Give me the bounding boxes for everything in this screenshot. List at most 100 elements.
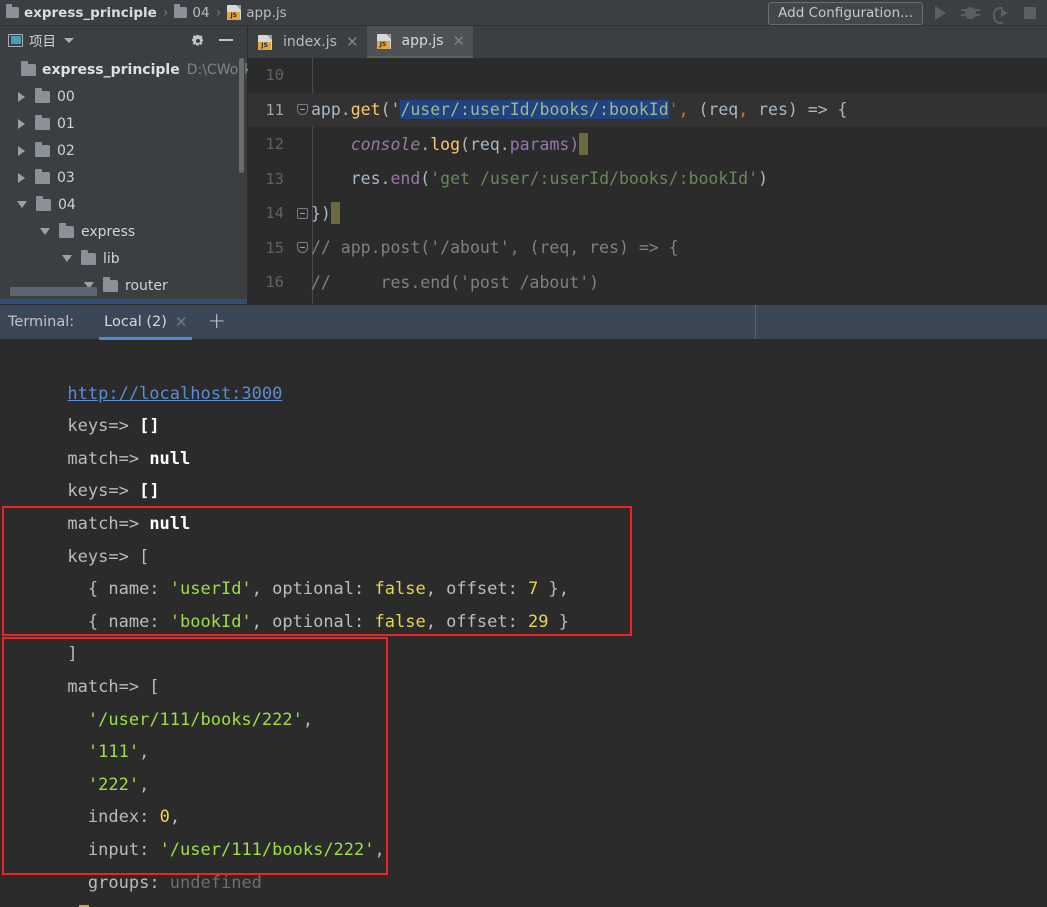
tree-row-lib[interactable]: lib	[0, 245, 247, 272]
chevron-down-icon[interactable]	[40, 228, 50, 235]
terminal-output[interactable]: http://localhost:3000 keys=> [] match=> …	[0, 341, 1047, 907]
terminal-key: match=>	[67, 513, 150, 534]
folder-icon	[59, 222, 74, 238]
chevron-down-icon[interactable]	[62, 255, 72, 262]
terminal-tail: ,	[139, 774, 150, 795]
add-configuration-button[interactable]: Add Configuration...	[768, 1, 923, 25]
editor-tab-app-js[interactable]: app.js ✕	[366, 26, 474, 58]
minimize-icon[interactable]	[219, 39, 233, 41]
editor-tab-label: index.js	[283, 34, 337, 50]
folder-icon	[35, 168, 50, 184]
localhost-link[interactable]: http://localhost:3000	[67, 384, 282, 404]
project-sidebar: 项目 express_principle D:\CWork 00 01 02 0…	[0, 26, 252, 326]
terminal-text: , offset:	[425, 611, 529, 632]
code-text: app.	[311, 100, 351, 120]
tree-row-04[interactable]: 04	[0, 191, 247, 218]
code-token-string: 'get /user/:userId/books/:bookId'	[430, 169, 759, 189]
close-icon[interactable]: ✕	[346, 33, 359, 51]
line-number: 16	[265, 273, 284, 292]
terminal-value: 0	[159, 807, 170, 828]
terminal-key: match=>	[67, 448, 150, 469]
terminal-tab-local[interactable]: Local (2) ✕	[96, 304, 195, 340]
terminal-optional-value: false	[374, 611, 426, 632]
chevron-down-icon[interactable]	[17, 201, 27, 208]
code-token-closeparen: )	[758, 169, 768, 189]
terminal-match-header: match=> [	[6, 638, 1047, 697]
fold-gutter[interactable]	[293, 207, 311, 219]
terminal-indent	[67, 775, 87, 795]
terminal-line: match=> null	[6, 410, 1047, 469]
fold-open-icon[interactable]	[296, 242, 308, 254]
terminal-indent	[67, 807, 87, 827]
terminal-line: match=> null	[6, 475, 1047, 534]
line-number: 13	[265, 169, 284, 188]
line-number: 10	[265, 66, 284, 85]
tree-label: express_principle	[42, 61, 180, 78]
stop-button[interactable]	[1017, 2, 1043, 24]
code-line-12: 12 console. log (req. params)	[248, 127, 1047, 162]
folder-icon	[35, 87, 50, 103]
text-caret	[330, 202, 340, 225]
sidebar-vertical-scrollbar[interactable]	[239, 58, 244, 173]
tree-row-express[interactable]: express	[0, 218, 247, 245]
close-icon[interactable]: ✕	[175, 313, 188, 331]
terminal-indent	[67, 742, 87, 762]
terminal-text: keys=> [	[67, 546, 150, 567]
coverage-button[interactable]	[987, 2, 1013, 24]
tree-label: router	[125, 277, 168, 294]
project-panel-icon	[8, 33, 23, 47]
code-token-log: log	[430, 134, 461, 154]
chevron-right-icon[interactable]	[18, 91, 25, 102]
chevron-down-icon[interactable]	[64, 37, 74, 43]
code-area[interactable]: 10 11 app. get ('/user/:userId/books/:book…	[248, 58, 1047, 304]
close-icon[interactable]: ✕	[453, 32, 466, 50]
code-line-11: 11 app. get ('/user/:userId/books/:bookId '…	[248, 92, 1047, 127]
tree-label: 03	[57, 169, 75, 186]
debug-button[interactable]	[957, 2, 983, 24]
terminal-line-url[interactable]: http://localhost:3000	[6, 345, 1047, 404]
tree-row-express-principle[interactable]: express_principle D:\CWork	[0, 56, 252, 83]
chevron-right-icon[interactable]	[18, 145, 25, 156]
project-tree: express_principle D:\CWork 00 01 02 03 0…	[0, 54, 252, 326]
terminal-key: keys=>	[67, 481, 140, 502]
chevron-right-icon[interactable]	[18, 172, 25, 183]
tree-row-01[interactable]: 01	[0, 110, 247, 137]
fold-end-icon[interactable]	[296, 207, 308, 219]
code-token-dot: .	[420, 134, 431, 154]
code-line-13: 13 res. end('get /user/:userId/books/:boo…	[248, 162, 1047, 197]
code-token-quote: '	[668, 100, 679, 120]
breadcrumb-item-04[interactable]: 04	[174, 4, 210, 21]
fold-gutter[interactable]	[293, 104, 311, 116]
terminal-indent	[67, 840, 87, 860]
terminal-tail: ,	[302, 709, 314, 730]
sidebar-horizontal-scrollbar[interactable]	[10, 287, 97, 296]
tree-label: 02	[57, 142, 75, 159]
code-token-args-a: (req	[688, 100, 739, 120]
tree-row-03[interactable]: 03	[0, 164, 247, 191]
active-tab-underline	[99, 337, 193, 340]
coverage-icon	[993, 6, 1008, 24]
gear-icon[interactable]	[190, 33, 205, 48]
run-button[interactable]	[927, 2, 953, 24]
chevron-right-icon[interactable]	[18, 118, 25, 129]
terminal-tail: ,	[139, 742, 150, 763]
stop-icon	[1024, 7, 1036, 19]
line-number: 14	[265, 204, 284, 223]
fold-open-icon[interactable]	[296, 104, 308, 116]
code-token-params: params	[509, 134, 570, 154]
breadcrumb-item-file[interactable]: app.js	[227, 5, 287, 21]
code-token-res: res.	[311, 169, 391, 189]
fold-gutter[interactable]	[293, 242, 311, 254]
terminal-key: keys=>	[67, 416, 140, 437]
terminal-panel-label: Terminal:	[8, 314, 75, 330]
code-token-selected-path: /user/:userId/books/:bookId	[400, 100, 669, 120]
folder-icon	[174, 4, 188, 18]
tree-row-02[interactable]: 02	[0, 137, 247, 164]
tree-row-00[interactable]: 00	[0, 83, 247, 110]
breadcrumb-item-project[interactable]: express_principle	[6, 4, 157, 21]
plus-icon[interactable]: +	[207, 311, 225, 333]
terminal-match-row: '/user/111/books/222',	[6, 671, 1047, 730]
terminal-tail: ,	[374, 839, 385, 860]
editor-tab-index-js[interactable]: index.js ✕	[248, 26, 367, 58]
